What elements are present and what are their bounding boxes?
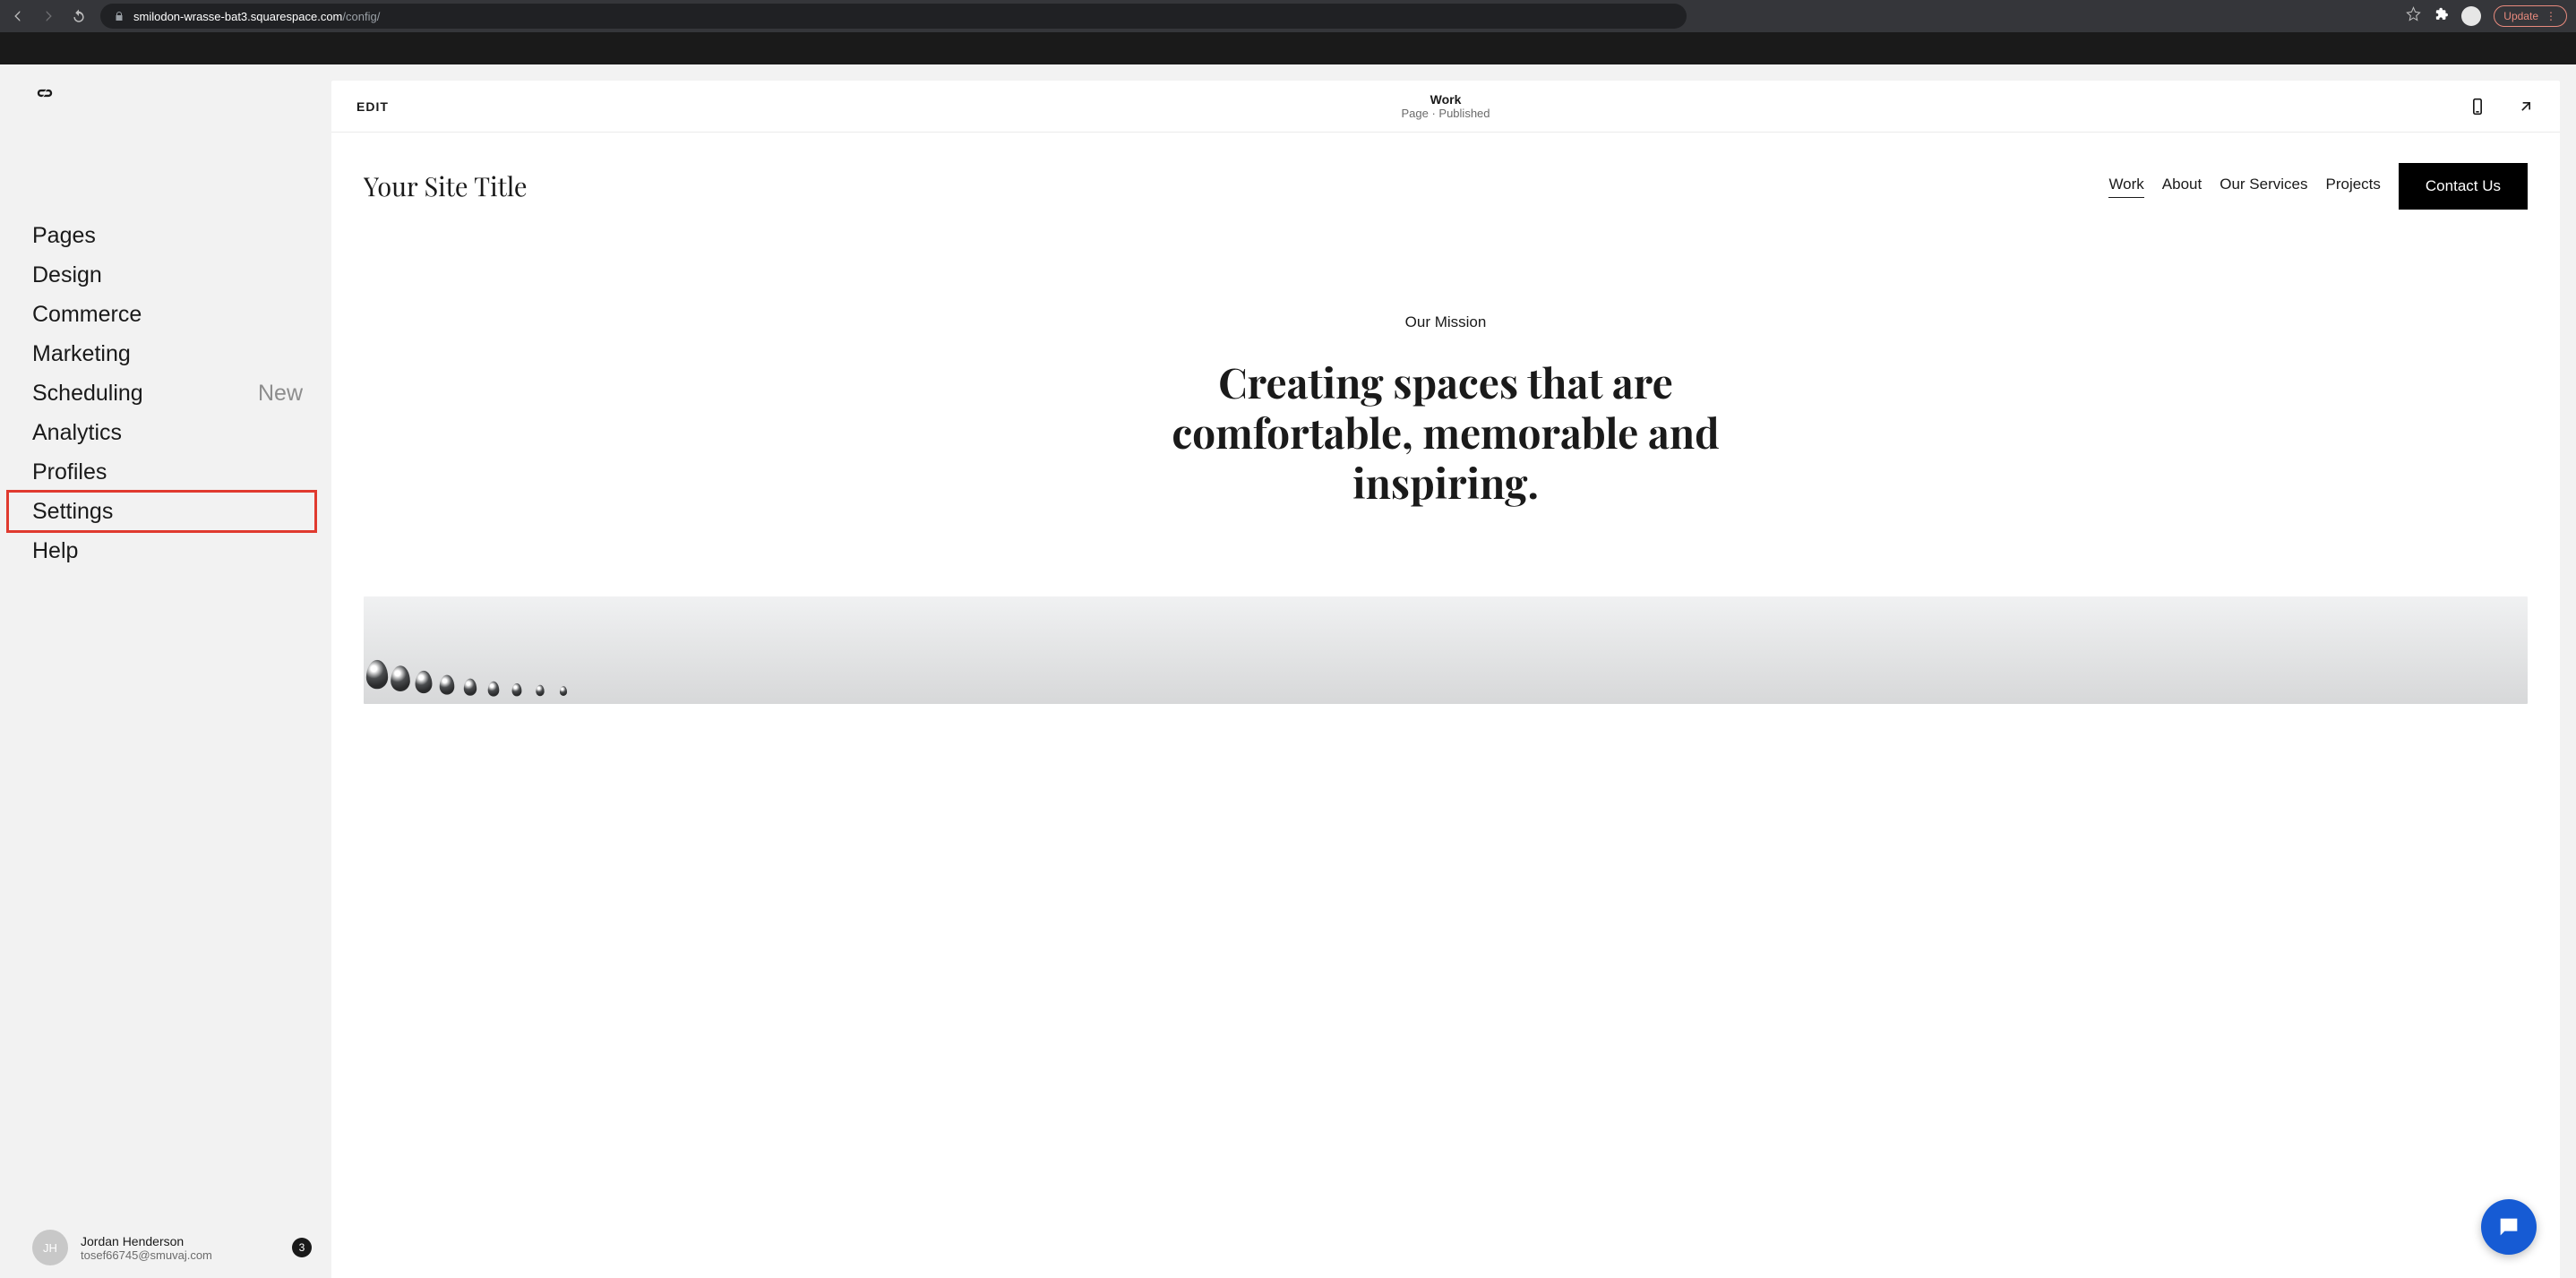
preview-topbar: EDIT Work Page · Published [331, 81, 2560, 133]
nav-design[interactable]: Design [32, 255, 315, 295]
bookmark-star-icon[interactable] [2406, 6, 2421, 26]
mission-section: Our Mission Creating spaces that are com… [331, 233, 2560, 543]
nav-label: Commerce [32, 302, 142, 328]
update-label: Update [2503, 10, 2538, 22]
extensions-icon[interactable] [2434, 6, 2449, 26]
page-status: Page · Published [1401, 107, 1490, 120]
nav-label: Analytics [32, 420, 122, 446]
nav-profiles[interactable]: Profiles [32, 452, 315, 492]
nav-scheduling[interactable]: Scheduling New [32, 373, 315, 413]
nav-label: Settings [32, 499, 113, 525]
back-button[interactable] [9, 7, 27, 25]
nav-commerce[interactable]: Commerce [32, 295, 315, 334]
main-nav: Pages Design Commerce Marketing Scheduli… [0, 216, 331, 570]
site-nav: Work About Our Services Projects Contact… [2108, 163, 2528, 210]
url-path: /config/ [342, 10, 380, 23]
browser-chrome: smilodon-wrasse-bat3.squarespace.com/con… [0, 0, 2576, 32]
site-header: Your Site Title Work About Our Services … [331, 133, 2560, 233]
squarespace-logo-icon[interactable] [0, 81, 331, 110]
user-initials: JH [43, 1241, 57, 1255]
nav-label: Scheduling [32, 381, 143, 407]
forward-button[interactable] [39, 7, 57, 25]
sidebar-footer: JH Jordan Henderson tosef66745@smuvaj.co… [0, 1230, 331, 1265]
mission-label: Our Mission [385, 313, 2506, 331]
edit-button[interactable]: EDIT [356, 99, 389, 114]
site-nav-work[interactable]: Work [2108, 176, 2143, 198]
address-bar[interactable]: smilodon-wrasse-bat3.squarespace.com/con… [100, 4, 1687, 29]
site-title[interactable]: Your Site Title [364, 169, 528, 203]
user-email: tosef66745@smuvaj.com [81, 1248, 212, 1262]
nav-label: Pages [32, 223, 96, 249]
nav-settings[interactable]: Settings [8, 492, 315, 531]
mobile-preview-icon[interactable] [2469, 98, 2486, 116]
profile-avatar-icon[interactable] [2461, 6, 2481, 26]
nav-label: Marketing [32, 341, 131, 367]
preview-stage: EDIT Work Page · Published Your Site Tit [331, 81, 2560, 1278]
site-nav-services[interactable]: Our Services [2220, 176, 2307, 197]
user-name: Jordan Henderson [81, 1234, 212, 1248]
nav-label: Profiles [32, 459, 107, 485]
nav-label: Design [32, 262, 102, 288]
kebab-icon: ⋮ [2546, 10, 2557, 22]
contact-cta-button[interactable]: Contact Us [2399, 163, 2528, 210]
nav-help[interactable]: Help [32, 531, 315, 570]
browser-update-pill[interactable]: Update ⋮ [2494, 5, 2567, 27]
new-badge: New [258, 381, 303, 407]
url-text: smilodon-wrasse-bat3.squarespace.com/con… [133, 10, 380, 23]
notification-count[interactable]: 3 [292, 1238, 312, 1257]
nav-marketing[interactable]: Marketing [32, 334, 315, 373]
url-host: smilodon-wrasse-bat3.squarespace.com [133, 10, 342, 23]
sidebar: Pages Design Commerce Marketing Scheduli… [0, 64, 331, 1278]
chat-fab[interactable] [2481, 1199, 2537, 1255]
open-external-icon[interactable] [2517, 98, 2535, 116]
page-indicator: Work Page · Published [1401, 92, 1490, 120]
mission-headline: Creating spaces that are comfortable, me… [1141, 356, 1750, 507]
nav-pages[interactable]: Pages [32, 216, 315, 255]
user-block[interactable]: Jordan Henderson tosef66745@smuvaj.com [81, 1234, 212, 1262]
nav-label: Help [32, 538, 78, 564]
site-nav-about[interactable]: About [2162, 176, 2202, 197]
site-nav-projects[interactable]: Projects [2325, 176, 2380, 197]
hero-image [364, 596, 2528, 704]
page-name: Work [1401, 92, 1490, 107]
reload-button[interactable] [70, 7, 88, 25]
nav-analytics[interactable]: Analytics [32, 413, 315, 452]
lock-icon [113, 11, 125, 22]
tab-strip [0, 32, 2576, 64]
user-avatar[interactable]: JH [32, 1230, 68, 1265]
site-preview: Your Site Title Work About Our Services … [331, 133, 2560, 1278]
